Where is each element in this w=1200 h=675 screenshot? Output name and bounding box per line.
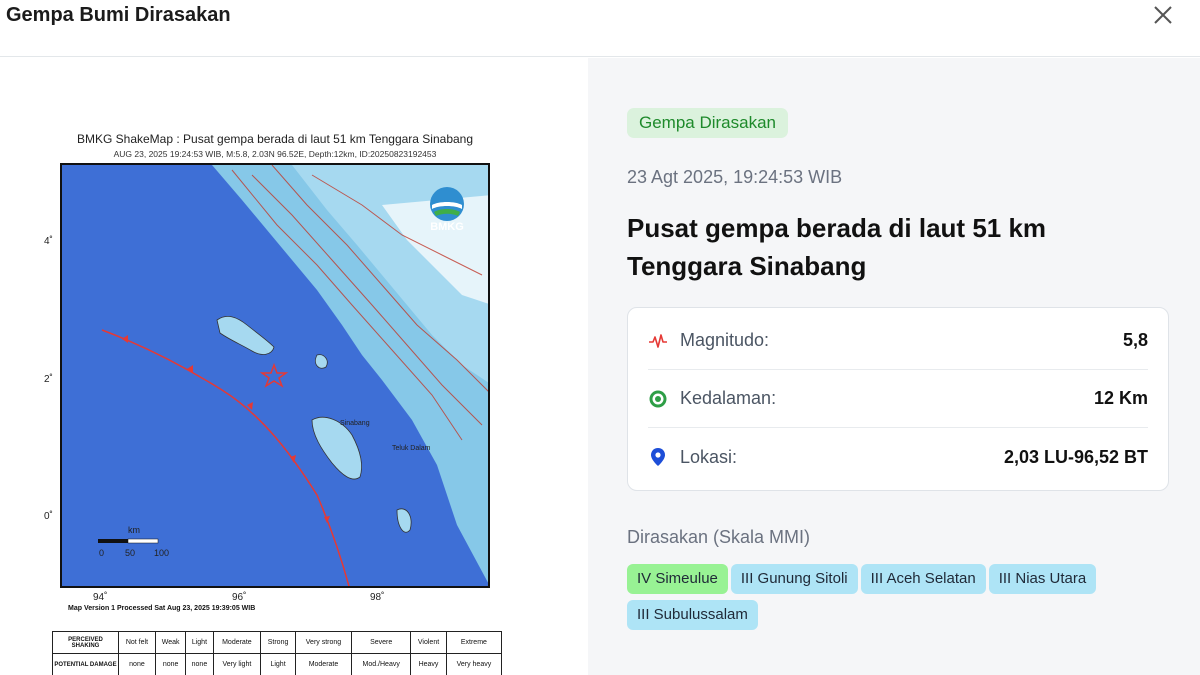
mmi-chip: III Aceh Selatan: [860, 564, 986, 594]
lon-tick-94: 94˚: [93, 592, 108, 603]
place-label-teluk-dalam: Teluk Dalam: [392, 445, 431, 452]
location-label: Lokasi:: [680, 446, 738, 467]
simeulue-island: [216, 315, 275, 355]
target-icon: [649, 390, 667, 407]
status-badge: Gempa Dirasakan: [627, 108, 789, 138]
shakemap-title: BMKG ShakeMap : Pusat gempa berada di la…: [76, 132, 474, 146]
scale-bar-white: [127, 538, 159, 544]
mmi-section-label: Dirasakan (Skala MMI): [627, 527, 811, 547]
location-value: 2,03 LU-96,52 BT: [1003, 446, 1148, 467]
legend-cell: Not felt: [118, 631, 156, 654]
legend-cell: Moderate: [294, 653, 353, 675]
legend-cell: Moderate: [212, 631, 262, 654]
magnitude-row: Magnitudo: 5,8: [648, 312, 1148, 370]
legend-header-shaking: PERCEIVED SHAKING: [52, 631, 119, 654]
legend-row-shaking: PERCEIVED SHAKING Not felt Weak Light Mo…: [52, 631, 503, 654]
event-headline: Pusat gempa berada di laut 51 km Tenggar…: [627, 213, 1047, 281]
lat-tick-2: 2˚: [44, 374, 53, 385]
location-row: Lokasi: 2,03 LU-96,52 BT: [648, 428, 1148, 486]
shakemap-image: BMKG Sinabang Teluk Dalam km 0 50 100: [60, 163, 490, 588]
mmi-legend-table: PERCEIVED SHAKING Not felt Weak Light Mo…: [52, 631, 503, 675]
magnitude-label: Magnitudo:: [680, 330, 770, 350]
scale-tick-100: 100: [154, 548, 169, 558]
scale-tick-0: 0: [99, 548, 104, 558]
legend-cell: Heavy: [410, 653, 447, 675]
lon-tick-98: 98˚: [370, 592, 385, 603]
scale-bar-black: [98, 539, 128, 543]
legend-cell: Extreme: [445, 631, 503, 654]
legend-cell: Very light: [212, 653, 262, 675]
close-icon[interactable]: [1150, 2, 1176, 28]
event-info-card: Magnitudo: 5,8 Kedalaman: 12 Km Lokasi: …: [627, 307, 1169, 491]
legend-header-damage: POTENTIAL DAMAGE: [52, 653, 119, 675]
scale-unit: km: [128, 525, 140, 535]
legend-cell: Weak: [154, 631, 187, 654]
legend-cell: none: [154, 653, 187, 675]
mmi-chip: III Gunung Sitoli: [730, 564, 858, 594]
bmkg-logo-text: BMKG: [430, 221, 464, 233]
subduction-trench: [101, 329, 350, 586]
legend-cell: Mod./Heavy: [351, 653, 412, 675]
mmi-chip: III Nias Utara: [988, 564, 1097, 594]
location-pin-icon: [651, 448, 665, 466]
legend-cell: Light: [260, 653, 296, 675]
dialog-header: Gempa Bumi Dirasakan: [0, 0, 1200, 57]
legend-cell: Light: [185, 631, 214, 654]
mmi-chips: IV Simeulue III Gunung Sitoli III Aceh Sel…: [627, 564, 1187, 636]
trench-teeth: [122, 335, 330, 523]
dialog-title: Gempa Bumi Dirasakan: [6, 4, 231, 26]
legend-cell: Very heavy: [445, 653, 503, 675]
legend-cell: none: [185, 653, 214, 675]
event-timestamp: 23 Agt 2025, 19:24:53 WIB: [627, 167, 843, 187]
depth-value: 12 Km: [1093, 388, 1148, 408]
legend-cell: none: [118, 653, 156, 675]
scale-tick-50: 50: [125, 548, 135, 558]
mmi-chip: IV Simeulue: [627, 564, 728, 594]
mmi-chip: III Subulussalam: [627, 600, 758, 630]
seismograph-icon: [649, 333, 667, 348]
batu-islands: [396, 508, 412, 533]
place-label-sinabang: Sinabang: [340, 420, 370, 427]
magnitude-value: 5,8: [1122, 330, 1148, 350]
lon-tick-96: 96˚: [232, 592, 247, 603]
bmkg-logo: [430, 187, 464, 221]
depth-row: Kedalaman: 12 Km: [648, 370, 1148, 428]
shakemap-svg: BMKG Sinabang Teluk Dalam km 0 50 100: [98, 165, 488, 586]
legend-cell: Very strong: [294, 631, 353, 654]
depth-label: Kedalaman:: [680, 388, 777, 408]
legend-cell: Severe: [351, 631, 412, 654]
lat-tick-4: 4˚: [44, 236, 53, 247]
map-version-text: Map Version 1 Processed Sat Aug 23, 2025…: [68, 605, 256, 612]
shakemap-subtitle: AUG 23, 2025 19:24:53 WIB, M:5.8, 2.03N …: [113, 149, 437, 159]
legend-cell: Violent: [410, 631, 447, 654]
legend-cell: Strong: [260, 631, 296, 654]
lat-tick-0: 0˚: [44, 511, 53, 522]
epicenter-star: [259, 362, 289, 388]
legend-row-damage: POTENTIAL DAMAGE none none none Very lig…: [52, 653, 503, 675]
banyak-island: [315, 354, 328, 369]
